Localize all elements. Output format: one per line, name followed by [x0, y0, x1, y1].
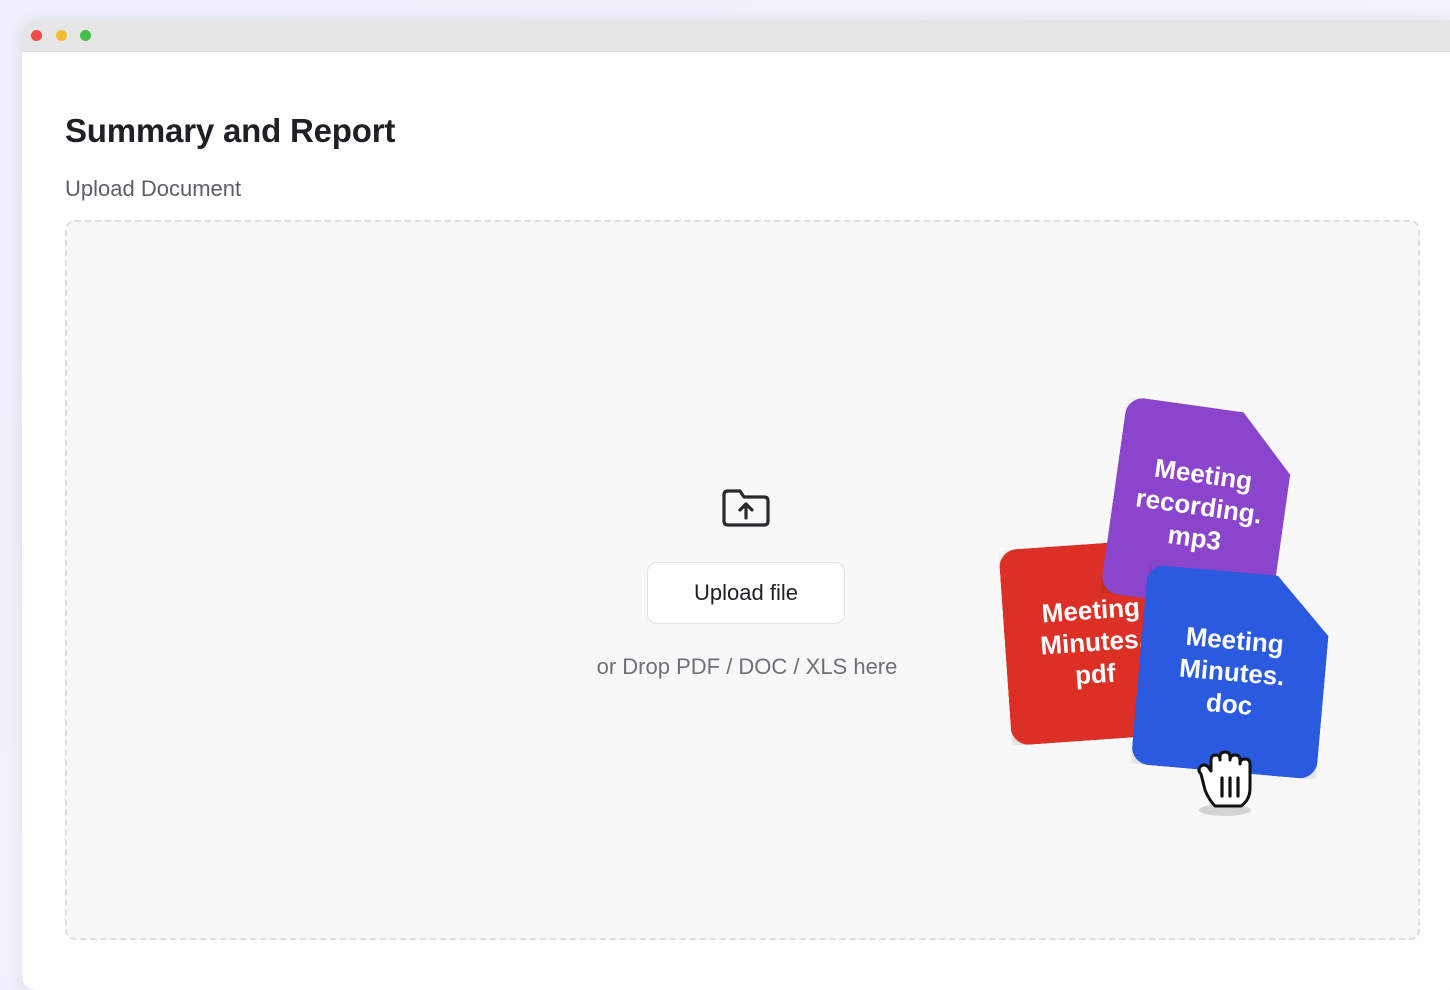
folder-upload-icon	[722, 489, 770, 527]
grab-hand-cursor-icon	[1197, 750, 1252, 816]
upload-section-label: Upload Document	[65, 176, 242, 201]
app-window: Summary and Report Upload Document Uploa…	[22, 20, 1450, 990]
window-titlebar	[22, 20, 1450, 52]
close-window-button[interactable]	[31, 30, 42, 41]
file-dropzone[interactable]: Upload file or Drop PDF / DOC / XLS here…	[65, 220, 1420, 940]
minimize-window-button[interactable]	[56, 30, 67, 41]
file-card-mp3-label: Meeting recording. mp3	[1133, 452, 1265, 557]
drop-hint-text: or Drop PDF / DOC / XLS here	[596, 654, 898, 679]
page-title: Summary and Report	[65, 112, 396, 149]
file-card-pdf-label: Meeting Minutes. pdf	[1039, 591, 1147, 691]
upload-file-button[interactable]: Upload file	[647, 562, 845, 624]
file-card-doc-label: Meeting Minutes. doc	[1178, 620, 1286, 721]
maximize-window-button[interactable]	[80, 30, 91, 41]
